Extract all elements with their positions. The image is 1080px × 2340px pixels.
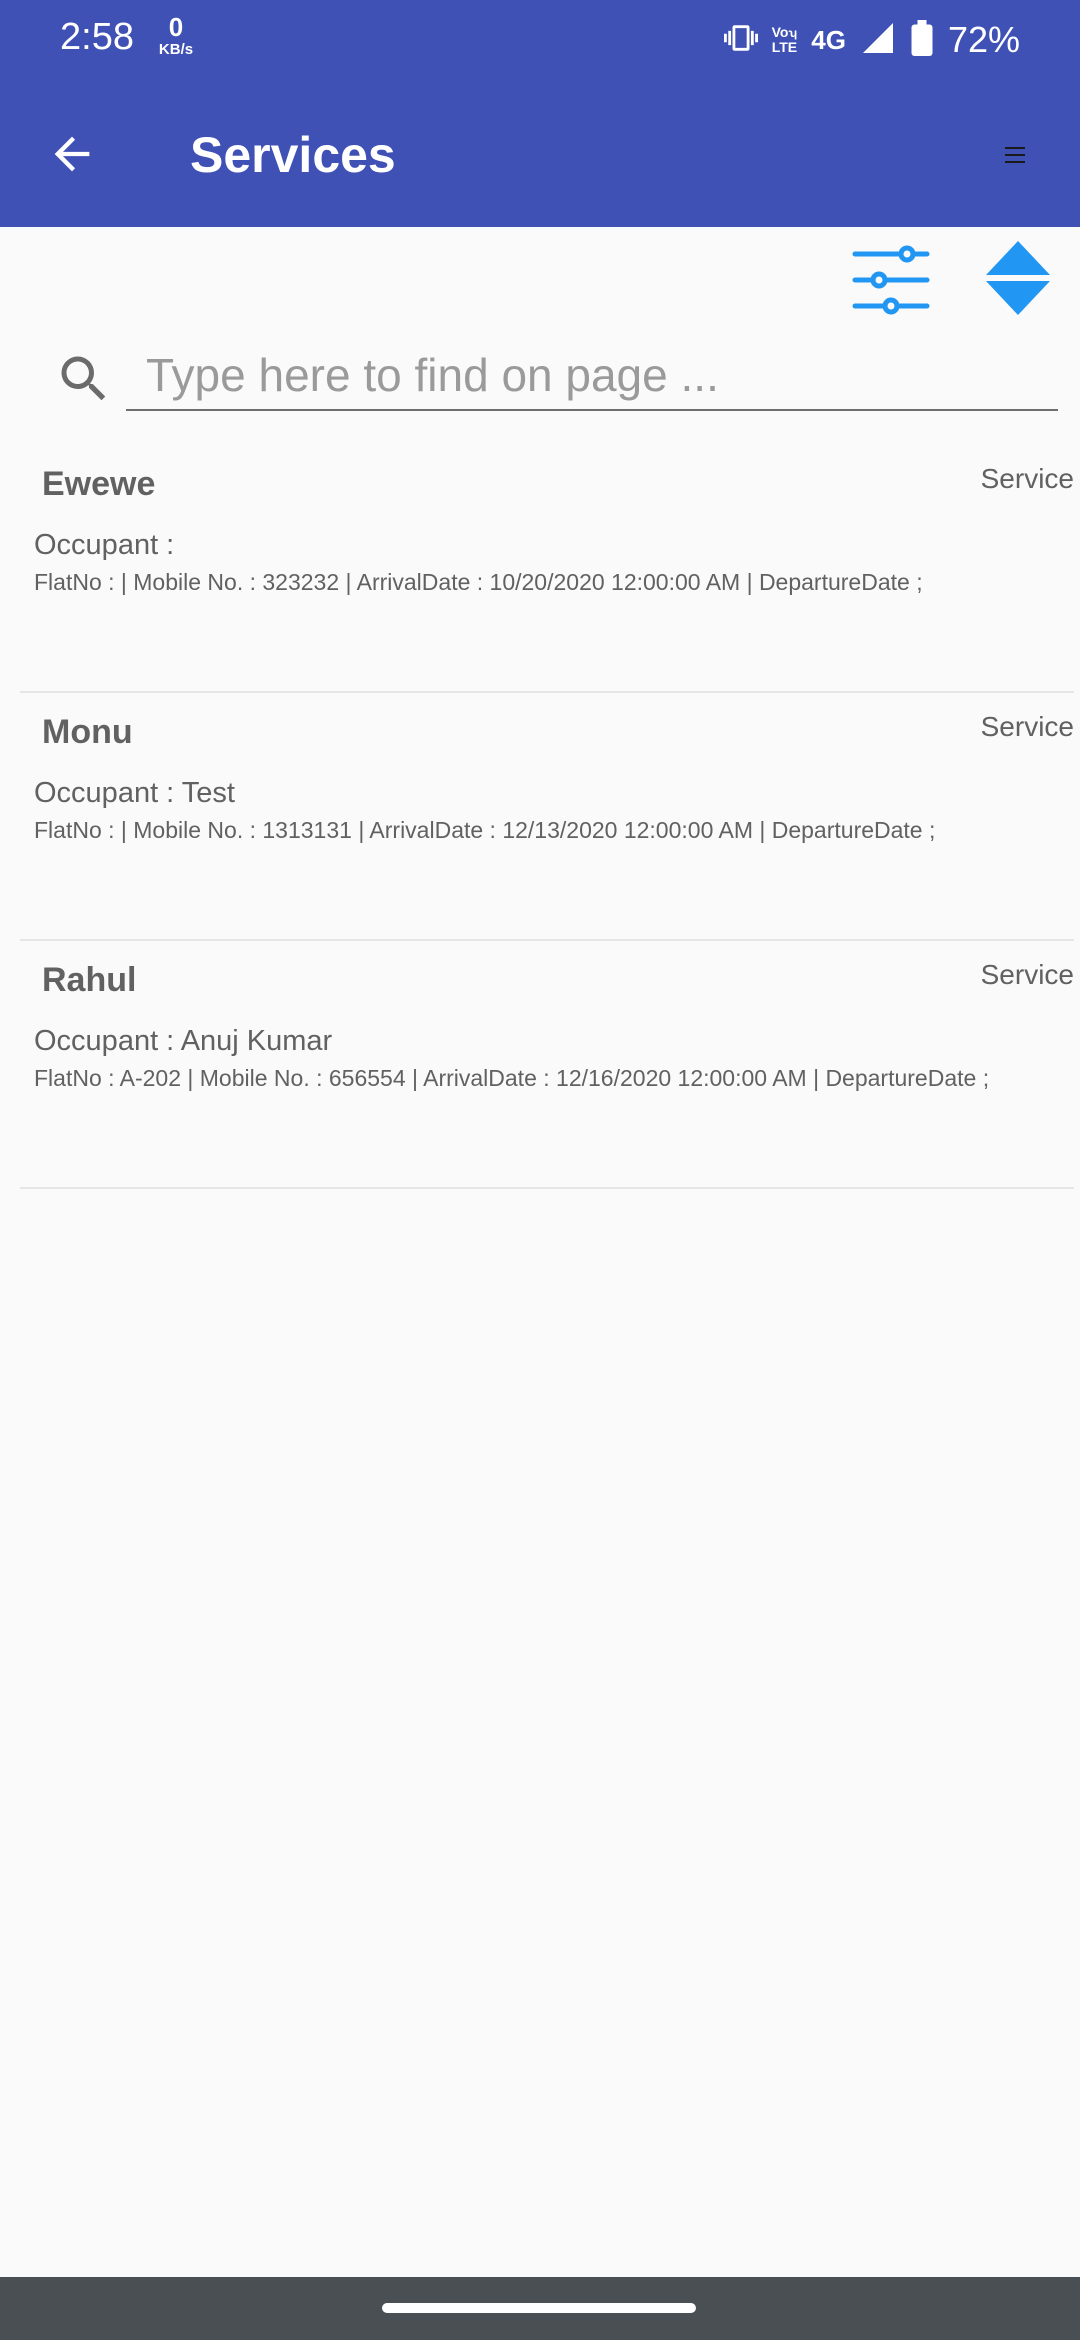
network-type: 4G	[811, 24, 846, 55]
service-occupant: Occupant :	[34, 529, 175, 561]
screen: 2:58 0 KB/s Voʮ LTE 4G 72% Services Type…	[0, 0, 1080, 2340]
system-nav-bar	[0, 2277, 1080, 2340]
sliders-icon	[852, 245, 930, 315]
filter-button[interactable]	[846, 235, 936, 325]
service-type: Service	[980, 711, 1074, 742]
service-details: FlatNo : | Mobile No. : 1313131 | Arriva…	[34, 817, 936, 843]
home-gesture-handle[interactable]	[382, 2303, 696, 2313]
service-occupant: Occupant : Test	[34, 777, 235, 809]
search-icon	[61, 356, 106, 401]
list-item[interactable]: Monu Service Occupant : Test FlatNo : | …	[20, 693, 1074, 941]
service-name: Rahul	[42, 961, 137, 999]
search-bar	[0, 327, 1080, 427]
network-speed: 0 KB/s	[154, 14, 198, 57]
status-icons: Voʮ LTE 4G 72%	[723, 14, 1020, 66]
app-bar: Services	[0, 80, 1080, 227]
hamburger-icon	[1005, 147, 1025, 163]
service-type: Service	[980, 463, 1074, 494]
battery-icon	[910, 19, 934, 61]
vibrate-icon	[723, 21, 758, 60]
battery-percent: 72%	[947, 19, 1020, 60]
status-time: 2:58	[60, 16, 134, 58]
list-item[interactable]: Rahul Service Occupant : Anuj Kumar Flat…	[20, 941, 1074, 1189]
list-item[interactable]: Ewewe Service Occupant : FlatNo : | Mobi…	[20, 445, 1074, 693]
service-details: FlatNo : A-202 | Mobile No. : 656554 | A…	[34, 1065, 990, 1091]
network-speed-value: 0	[168, 12, 184, 42]
network-speed-unit: KB/s	[158, 41, 194, 58]
sort-button[interactable]	[978, 233, 1058, 323]
service-name: Monu	[42, 713, 133, 751]
status-bar: 2:58 0 KB/s Voʮ LTE 4G 72%	[0, 0, 1080, 80]
back-button[interactable]	[36, 118, 108, 190]
volte-top-label: Vo	[771, 24, 789, 41]
arrow-left-icon	[54, 136, 90, 172]
search-input[interactable]	[126, 341, 1058, 411]
list-tools	[0, 227, 1080, 327]
menu-button[interactable]	[990, 130, 1040, 180]
service-occupant: Occupant : Anuj Kumar	[34, 1025, 333, 1057]
volte-indicator: Voʮ LTE	[771, 24, 798, 55]
sort-up-down-icon	[986, 241, 1050, 315]
page-title: Services	[190, 127, 396, 183]
service-details: FlatNo : | Mobile No. : 323232 | Arrival…	[34, 569, 923, 595]
service-name: Ewewe	[42, 465, 156, 503]
service-type: Service	[980, 959, 1074, 990]
service-list: Ewewe Service Occupant : FlatNo : | Mobi…	[20, 445, 1074, 1189]
signal-icon	[860, 20, 896, 61]
volte-bottom-label: LTE	[771, 39, 798, 55]
